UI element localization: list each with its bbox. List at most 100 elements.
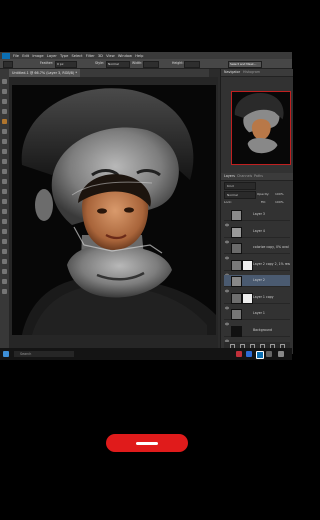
height-input[interactable] [184,61,200,68]
tab-channels[interactable]: Channels [237,173,252,180]
marquee-tool-preset[interactable] [3,61,13,68]
layer-name[interactable]: Layer 2 copy 2, 1% resolution [253,259,290,270]
red-pill-button[interactable] [106,434,188,452]
tab-layers[interactable]: Layers [224,173,235,180]
taskbar-app-icon[interactable] [266,351,272,357]
menu-type[interactable]: Type [60,54,68,58]
menu-help[interactable]: Help [135,54,143,58]
layer-thumbnail[interactable] [231,259,242,271]
tool-icon[interactable] [2,269,7,274]
layer-name[interactable]: Layer 4 [253,226,290,237]
tool-icon[interactable] [2,279,7,284]
layer-thumbnail[interactable] [231,309,242,320]
tool-icon[interactable] [2,149,7,154]
layer-mask-thumbnail[interactable] [242,292,253,304]
layer-name[interactable]: Background [253,325,290,336]
layer-thumbnail[interactable] [231,276,242,287]
eye-icon[interactable] [224,295,230,309]
fill-value[interactable]: 100% [275,199,284,205]
layer-thumbnail[interactable] [231,243,242,254]
layer-row[interactable]: Layer 4 [224,226,290,243]
options-bar: Feather: 0 px Style: Normal Width: Heigh… [0,59,292,69]
tool-icon[interactable] [2,99,7,104]
windows-taskbar: Search [0,348,292,360]
opacity-label: Opacity: [257,192,270,196]
layer-thumbnail[interactable] [231,226,242,238]
layer-row[interactable]: Layer 2 copy 2, 1% resolution [224,259,290,276]
tool-icon[interactable] [2,209,7,214]
tab-paths[interactable]: Paths [254,173,263,180]
menu-filter[interactable]: Filter [86,54,95,58]
notification-icon[interactable] [278,351,284,357]
menu-bar: File Edit Image Layer Type Select Filter… [0,52,292,59]
layer-row[interactable]: Layer 3 [224,209,290,227]
layer-row[interactable]: Background [224,325,290,342]
layer-row[interactable]: Layer 1 [224,308,290,326]
style-select[interactable]: Normal [106,61,130,68]
taskbar-search[interactable]: Search [14,351,74,357]
tool-icon[interactable] [2,169,7,174]
tool-icon[interactable] [2,179,7,184]
select-and-mask-button[interactable]: Select and Mask... [228,61,262,68]
eye-icon[interactable] [224,328,230,342]
eye-icon[interactable] [224,245,230,260]
layer-name[interactable]: colorize copy, 0% oval layer [253,242,290,253]
tool-icon[interactable] [2,199,7,204]
layer-thumbnail[interactable] [231,325,242,337]
menu-image[interactable]: Image [32,54,43,58]
layer-row[interactable]: Layer 1 copy [224,292,290,309]
layer-mask-thumbnail[interactable] [242,259,253,271]
tool-icon[interactable] [2,89,7,94]
layer-name[interactable]: Layer 1 copy [253,292,290,303]
document-tab[interactable]: Untitled-1 @ 66.7% (Layer 3, RGB/8) * [9,69,81,77]
tool-icon[interactable] [2,159,7,164]
tool-icon[interactable] [2,119,7,124]
menu-edit[interactable]: Edit [22,54,29,58]
tool-icon[interactable] [2,219,7,224]
eye-icon[interactable] [224,212,230,227]
tool-icon[interactable] [2,139,7,144]
tab-navigator[interactable]: Navigator [224,69,240,76]
document-canvas[interactable] [12,85,216,335]
tool-icon[interactable] [2,259,7,264]
tool-icon[interactable] [2,189,7,194]
eye-icon[interactable] [224,262,230,276]
navigator-thumbnail[interactable] [231,91,291,165]
feather-input[interactable]: 0 px [55,61,77,68]
menu-3d[interactable]: 3D [98,54,103,58]
menu-file[interactable]: File [13,54,19,58]
eye-icon[interactable] [224,229,230,243]
tool-icon[interactable] [2,239,7,244]
taskbar-photoshop-icon[interactable] [256,351,264,359]
layer-filter-kind[interactable]: Kind [224,182,256,190]
width-input[interactable] [143,61,159,68]
photoshop-logo-icon [2,52,10,59]
tool-icon[interactable] [2,249,7,254]
layer-row[interactable]: colorize copy, 0% oval layer [224,242,290,260]
taskbar-app-icon[interactable] [236,351,242,357]
menu-layer[interactable]: Layer [47,54,57,58]
layer-name[interactable]: Layer 1 [253,308,290,319]
opacity-value[interactable]: 100% [275,191,284,197]
layer-thumbnail[interactable] [231,210,242,221]
blend-mode-select[interactable]: Normal [224,191,256,199]
taskbar-app-icon[interactable] [246,351,252,357]
tool-icon[interactable] [2,289,7,294]
tab-histogram[interactable]: Histogram [243,69,260,76]
layer-thumbnail[interactable] [231,292,242,304]
layer-row[interactable]: Layer 2 [224,275,290,293]
windows-start-icon[interactable] [3,351,9,357]
eye-icon[interactable] [224,278,230,293]
menu-view[interactable]: View [106,54,115,58]
tool-icon[interactable] [2,129,7,134]
layer-name[interactable]: Layer 2 [253,275,290,286]
photoshop-window: File Edit Image Layer Type Select Filter… [0,52,293,360]
eye-icon[interactable] [224,311,230,326]
menu-window[interactable]: Window [118,54,132,58]
canvas-area[interactable] [9,77,218,349]
tool-icon[interactable] [2,79,7,84]
tool-icon[interactable] [2,229,7,234]
tool-icon[interactable] [2,109,7,114]
layer-name[interactable]: Layer 3 [253,209,290,220]
menu-select[interactable]: Select [71,54,82,58]
